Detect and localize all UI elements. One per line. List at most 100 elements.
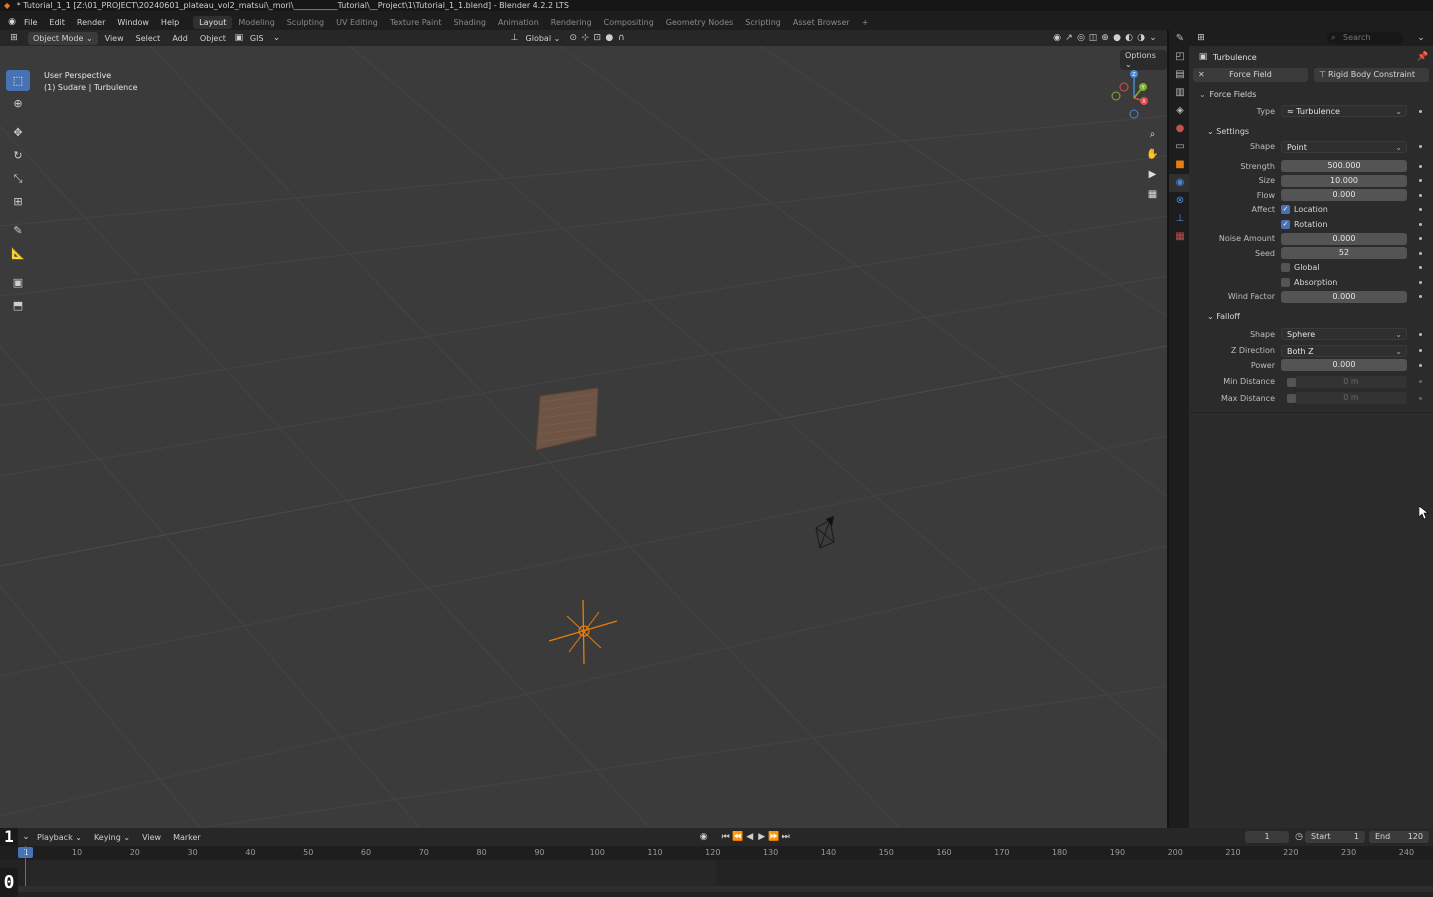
constraints-tab-icon[interactable]: ⊗: [1169, 192, 1191, 210]
keyframe-dot-icon[interactable]: [1419, 251, 1422, 255]
xray-toggle-icon[interactable]: ◫: [1087, 32, 1099, 44]
camera-object[interactable]: [810, 514, 842, 552]
camera-view-icon[interactable]: ▶: [1144, 166, 1161, 183]
close-x-icon[interactable]: ✕: [1198, 68, 1205, 82]
ortho-grid-icon[interactable]: ▦: [1144, 186, 1161, 203]
editor-type-icon[interactable]: ⊞: [8, 32, 20, 44]
tab-modeling[interactable]: Modeling: [232, 16, 280, 29]
visibility-filter-icon[interactable]: ◉: [1051, 32, 1063, 44]
snap-toggle-icon[interactable]: ⊹: [579, 32, 591, 44]
falloff-panel-header[interactable]: ⌄ Falloff: [1189, 308, 1433, 325]
noise-amount-field[interactable]: 0.000: [1281, 232, 1407, 245]
keyframe-dot-icon[interactable]: [1419, 280, 1422, 284]
tool-properties-tab-icon[interactable]: ✎: [1169, 30, 1191, 48]
scene-properties-tab-icon[interactable]: ◈: [1169, 102, 1191, 120]
timeline-editor-chevron-icon[interactable]: ⌄: [20, 831, 32, 843]
menu-select[interactable]: Select: [131, 32, 166, 45]
rotation-checkbox[interactable]: ✓ Rotation: [1281, 219, 1327, 229]
scale-tool-icon[interactable]: ⤡: [6, 168, 30, 189]
rotate-tool-icon[interactable]: ↻: [6, 145, 30, 166]
3d-viewport[interactable]: User Perspective (1) Sudare | Turbulence…: [0, 46, 1167, 828]
keying-menu[interactable]: Keying ⌄: [89, 831, 135, 844]
menu-help[interactable]: Help: [155, 18, 185, 27]
menu-edit[interactable]: Edit: [43, 18, 71, 27]
blender-menu-icon[interactable]: ◉: [6, 16, 18, 28]
shape-dropdown[interactable]: Point ⌄: [1281, 140, 1407, 153]
add-cube-tool-icon[interactable]: ▣: [6, 272, 30, 293]
menu-window[interactable]: Window: [111, 18, 155, 27]
jump-keyframe-back-icon[interactable]: ⏪: [732, 831, 744, 843]
rigid-body-constraint-button[interactable]: ⊤ Rigid Body Constraint: [1314, 68, 1429, 82]
menu-add[interactable]: Add: [167, 32, 193, 45]
viewport-shading-menu-icon[interactable]: ▣: [233, 32, 245, 44]
play-reverse-icon[interactable]: ◀: [744, 831, 756, 843]
keyframe-dot-icon[interactable]: [1419, 363, 1422, 367]
auto-keying-icon[interactable]: ◉: [698, 831, 710, 843]
tab-geometry-nodes[interactable]: Geometry Nodes: [660, 16, 739, 29]
keyframe-dot-icon[interactable]: [1419, 193, 1422, 197]
falloff-shape-dropdown[interactable]: Sphere ⌄: [1281, 328, 1407, 341]
keyframe-dot-icon[interactable]: [1419, 266, 1422, 270]
turbulence-force-field-object[interactable]: [545, 596, 621, 668]
timeline-track-area[interactable]: 0: [0, 846, 1433, 897]
menu-view[interactable]: View: [100, 32, 129, 45]
select-box-tool-icon[interactable]: ⬚: [6, 70, 30, 91]
world-properties-tab-icon[interactable]: ●: [1169, 120, 1191, 138]
annotate-tool-icon[interactable]: ✎: [6, 220, 30, 241]
object-data-tab-icon[interactable]: ⊥: [1169, 210, 1191, 228]
orientation-dropdown[interactable]: Global ⌄: [521, 32, 566, 45]
current-frame-field[interactable]: 1: [1245, 831, 1289, 843]
timeline-view-menu[interactable]: View: [137, 831, 166, 844]
absorption-checkbox[interactable]: Absorption: [1281, 277, 1337, 287]
max-distance-checkbox[interactable]: [1287, 394, 1296, 403]
keyframe-dot-icon[interactable]: [1419, 179, 1422, 183]
marker-menu[interactable]: Marker: [168, 831, 206, 844]
keyframe-dot-icon[interactable]: [1419, 109, 1422, 113]
tab-texture-paint[interactable]: Texture Paint: [384, 16, 448, 29]
gis-menu[interactable]: GIS: [245, 32, 269, 45]
add-object-tool-icon[interactable]: ⬒: [6, 295, 30, 316]
pin-icon[interactable]: 📌: [1417, 51, 1429, 63]
material-shading-icon[interactable]: ◐: [1123, 32, 1135, 44]
falloff-curve-icon[interactable]: ∩: [615, 32, 627, 44]
keyframe-dot-icon[interactable]: [1419, 237, 1422, 241]
menu-file[interactable]: File: [18, 18, 43, 27]
measure-tool-icon[interactable]: 📐: [6, 243, 30, 264]
keyframe-dot-icon[interactable]: [1419, 295, 1422, 299]
cursor-tool-icon[interactable]: ⊕: [6, 93, 30, 114]
snap-menu-icon[interactable]: ⌄: [271, 32, 283, 44]
menu-object[interactable]: Object: [195, 32, 231, 45]
keyframe-dot-icon[interactable]: [1419, 349, 1422, 353]
output-properties-tab-icon[interactable]: ▤: [1169, 66, 1191, 84]
keyframe-dot-icon[interactable]: [1419, 396, 1422, 400]
min-distance-field[interactable]: 0 m: [1295, 375, 1407, 388]
timeline-scrollbar[interactable]: [0, 886, 1433, 892]
tab-layout[interactable]: Layout: [193, 15, 233, 29]
zoom-icon[interactable]: ⌕: [1144, 126, 1161, 143]
tab-animation[interactable]: Animation: [492, 16, 545, 29]
play-icon[interactable]: ▶: [756, 831, 768, 843]
keyframe-dot-icon[interactable]: [1419, 332, 1422, 336]
keyframe-dot-icon[interactable]: [1419, 380, 1422, 384]
pan-hand-icon[interactable]: ✋: [1144, 146, 1161, 163]
rendered-shading-icon[interactable]: ◑: [1135, 32, 1147, 44]
options-dropdown[interactable]: Options ⌄: [1120, 50, 1167, 70]
shading-options-icon[interactable]: ⌄: [1147, 32, 1159, 44]
tab-compositing[interactable]: Compositing: [598, 16, 660, 29]
preview-range-clock-icon[interactable]: ◷: [1293, 831, 1305, 843]
tab-shading[interactable]: Shading: [447, 16, 492, 29]
collection-properties-tab-icon[interactable]: ▭: [1169, 138, 1191, 156]
pivot-point-icon[interactable]: ⊙: [567, 32, 579, 44]
settings-panel-header[interactable]: ⌄ Settings: [1189, 123, 1433, 140]
properties-editor-type-icon[interactable]: ⊞: [1195, 32, 1207, 44]
min-distance-checkbox[interactable]: [1287, 377, 1296, 387]
solid-shading-icon[interactable]: ●: [1111, 32, 1123, 44]
properties-options-chevron-icon[interactable]: ⌄: [1415, 32, 1427, 44]
wind-factor-field[interactable]: 0.000: [1281, 290, 1407, 303]
view-layer-tab-icon[interactable]: ▥: [1169, 84, 1191, 102]
tab-scripting[interactable]: Scripting: [739, 16, 787, 29]
force-field-button[interactable]: ✕ Force Field: [1193, 68, 1308, 82]
keyframe-dot-icon[interactable]: [1419, 145, 1422, 149]
timeline-ruler[interactable]: 1 10 20 30 40 50 60 70 80 90 100 110 120 130 140 150 160…: [0, 846, 1433, 860]
strength-field[interactable]: 500.000: [1281, 160, 1407, 173]
